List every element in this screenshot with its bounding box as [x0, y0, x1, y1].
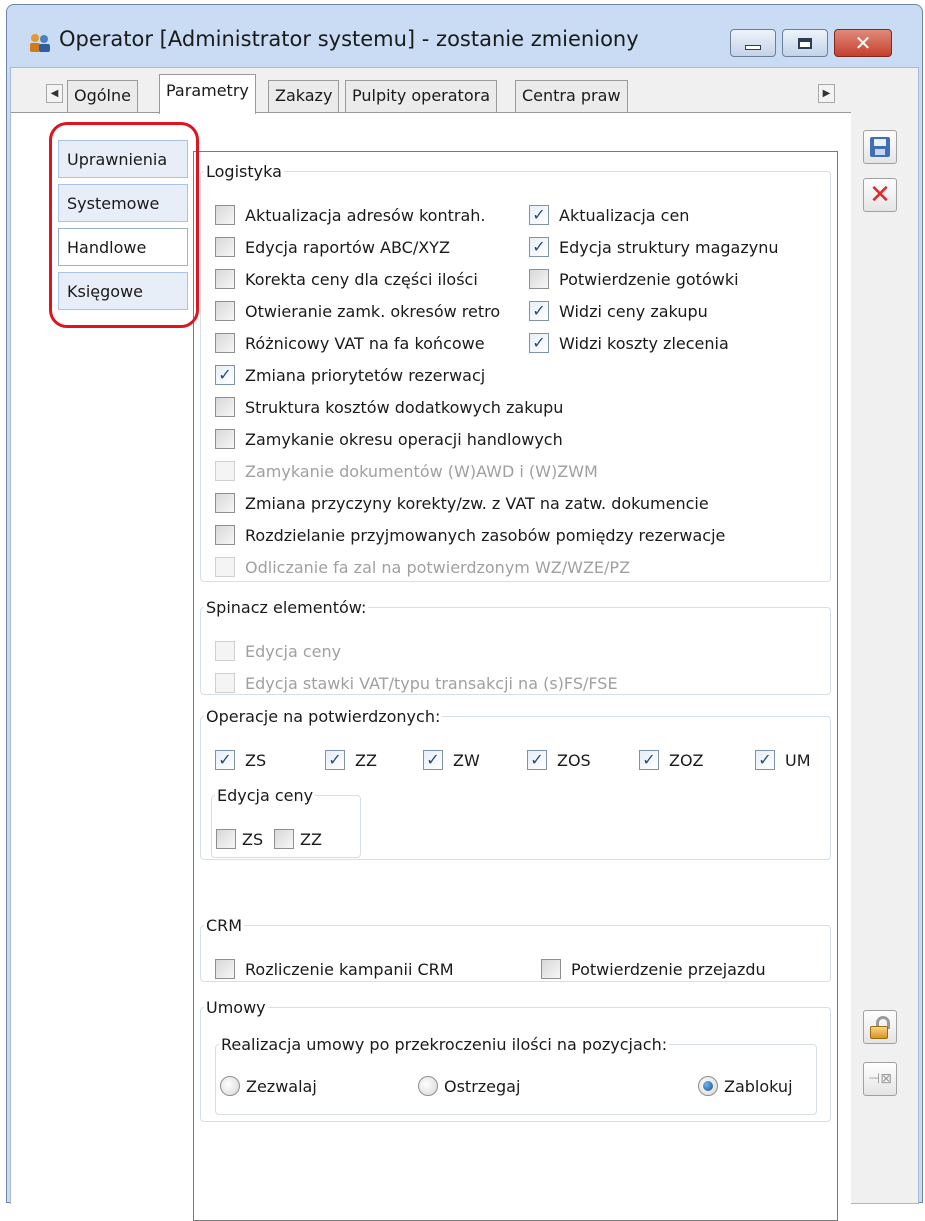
- maximize-button[interactable]: [782, 29, 828, 57]
- realizacja-umowy-group: Realizacja umowy po przekroczeniu ilości…: [215, 1035, 817, 1115]
- side-tab-handlowe[interactable]: Handlowe: [58, 228, 188, 266]
- crm-legend: CRM: [206, 916, 243, 935]
- tab-ogolne[interactable]: Ogólne: [67, 80, 138, 112]
- pin-icon: ⊣⊠: [868, 1071, 892, 1087]
- checkbox-widzi-ceny-zakupu[interactable]: ✓ Widzi ceny zakupu: [529, 301, 708, 321]
- app-icon: [30, 34, 50, 52]
- operacje-legend: Operacje na potwierdzonych:: [206, 707, 441, 726]
- checkbox-aktualizacja-cen[interactable]: ✓ Aktualizacja cen: [529, 205, 689, 225]
- side-tab-systemowe[interactable]: Systemowe: [58, 184, 188, 222]
- checkbox-widzi-koszty-zlecenia[interactable]: ✓ Widzi koszty zlecenia: [529, 333, 729, 353]
- edycja-ceny-group: Edycja ceny ZS ZZ: [211, 786, 361, 858]
- radio-ostrzegaj[interactable]: Ostrzegaj: [418, 1076, 520, 1096]
- checkbox-odliczanie-fa-zal: Odliczanie fa zal na potwierdzonym WZ/WZ…: [215, 557, 630, 577]
- pin-button[interactable]: ⊣⊠: [863, 1062, 897, 1096]
- minimize-button[interactable]: [730, 29, 776, 57]
- tab-scroll-right-button[interactable]: ▶: [818, 84, 835, 103]
- checkbox-potwierdzenie-przejazdu[interactable]: Potwierdzenie przejazdu: [541, 959, 766, 979]
- lock-icon: [869, 1015, 891, 1039]
- operacje-group: Operacje na potwierdzonych: ✓ ZS ✓ ZZ ✓ ZW …: [200, 707, 831, 860]
- checkbox-edycja-raportow[interactable]: Edycja raportów ABC/XYZ: [215, 237, 450, 257]
- cancel-icon: ✕: [869, 180, 891, 210]
- close-button[interactable]: ✕: [834, 29, 892, 57]
- handlowe-panel: Logistyka Aktualizacja adresów kontrah. …: [193, 151, 838, 1221]
- side-tab-ksiegowe[interactable]: Księgowe: [58, 272, 188, 310]
- tab-centra-praw[interactable]: Centra praw: [515, 80, 628, 112]
- spinacz-group: Spinacz elementów: Edycja ceny Edycja st…: [200, 598, 831, 695]
- close-icon: ✕: [854, 31, 872, 55]
- checkbox-struktura-kosztow[interactable]: Struktura kosztów dodatkowych zakupu: [215, 397, 563, 417]
- save-icon: [870, 137, 890, 157]
- edycja-ceny-legend: Edycja ceny: [217, 786, 314, 805]
- checkbox-zmiana-priorytetow[interactable]: ✓ Zmiana priorytetów rezerwacj: [215, 365, 537, 385]
- logistyka-legend: Logistyka: [206, 162, 282, 181]
- checkbox-operacje-zw[interactable]: ✓ ZW: [423, 750, 480, 770]
- checkbox-rozdzielanie-zasobow[interactable]: Rozdzielanie przyjmowanych zasobów pomię…: [215, 525, 825, 545]
- cancel-button[interactable]: ✕: [863, 178, 897, 212]
- checkbox-spinacz-edycja-stawki: Edycja stawki VAT/typu transakcji na (s)…: [215, 673, 618, 693]
- tab-zakazy[interactable]: Zakazy: [268, 80, 340, 112]
- radio-zablokuj[interactable]: Zablokuj: [698, 1076, 793, 1096]
- maximize-icon: [798, 37, 812, 49]
- radio-zezwalaj[interactable]: Zezwalaj: [220, 1076, 317, 1096]
- tab-scroll-left-button[interactable]: ◀: [46, 84, 63, 103]
- checkbox-operacje-zoz[interactable]: ✓ ZOZ: [639, 750, 704, 770]
- checkbox-operacje-um[interactable]: ✓ UM: [755, 750, 811, 770]
- realizacja-umowy-legend: Realizacja umowy po przekroczeniu ilości…: [221, 1035, 668, 1054]
- checkbox-zamykanie-dokumentow: Zamykanie dokumentów (W)AWD i (W)ZWM: [215, 461, 598, 481]
- checkbox-spinacz-edycja-ceny: Edycja ceny: [215, 641, 341, 661]
- minimize-icon: [745, 44, 761, 50]
- checkbox-korekta-ceny[interactable]: Korekta ceny dla części ilości: [215, 269, 527, 289]
- checkbox-edycja-ceny-zz[interactable]: ZZ: [274, 829, 322, 849]
- logistyka-group: Logistyka Aktualizacja adresów kontrah. …: [200, 162, 831, 582]
- checkbox-operacje-zz[interactable]: ✓ ZZ: [325, 750, 377, 770]
- checkbox-potwierdzenie-gotowki[interactable]: Potwierdzenie gotówki: [529, 269, 739, 289]
- window-title: Operator [Administrator systemu] - zosta…: [59, 27, 639, 51]
- side-tab-uprawnienia[interactable]: Uprawnienia: [58, 140, 188, 178]
- checkbox-rozliczenie-kampanii[interactable]: Rozliczenie kampanii CRM: [215, 959, 457, 979]
- title-bar[interactable]: Operator [Administrator systemu] - zosta…: [7, 5, 922, 67]
- save-button[interactable]: [863, 130, 897, 164]
- crm-group: CRM Rozliczenie kampanii CRM Potwierdzen…: [200, 916, 831, 982]
- checkbox-otwieranie-okresow[interactable]: Otwieranie zamk. okresów retro: [215, 301, 527, 321]
- checkbox-edycja-struktury-magazynu[interactable]: ✓ Edycja struktury magazynu: [529, 237, 779, 257]
- unlock-button[interactable]: [863, 1010, 897, 1044]
- umowy-group: Umowy Realizacja umowy po przekroczeniu …: [200, 998, 831, 1122]
- tab-pulpity-operatora[interactable]: Pulpity operatora: [345, 80, 497, 112]
- checkbox-operacje-zs[interactable]: ✓ ZS: [215, 750, 266, 770]
- dialog-client: ◀ Ogólne Parametry Zakazy Pulpity operat…: [10, 67, 919, 1221]
- umowy-legend: Umowy: [206, 998, 266, 1017]
- checkbox-edycja-ceny-zs[interactable]: ZS: [216, 829, 263, 849]
- spinacz-legend: Spinacz elementów:: [206, 598, 367, 617]
- checkbox-zmiana-przyczyny-korekty[interactable]: Zmiana przyczyny korekty/zw. z VAT na za…: [215, 493, 825, 513]
- checkbox-zamykanie-okresu[interactable]: Zamykanie okresu operacji handlowych: [215, 429, 563, 449]
- checkbox-operacje-zos[interactable]: ✓ ZOS: [527, 750, 591, 770]
- tab-parametry[interactable]: Parametry: [159, 74, 256, 114]
- checkbox-aktualizacja-adresow[interactable]: Aktualizacja adresów kontrah.: [215, 205, 527, 225]
- checkbox-roznicowy-vat[interactable]: Różnicowy VAT na fa końcowe: [215, 333, 527, 353]
- window: Operator [Administrator systemu] - zosta…: [6, 4, 923, 1221]
